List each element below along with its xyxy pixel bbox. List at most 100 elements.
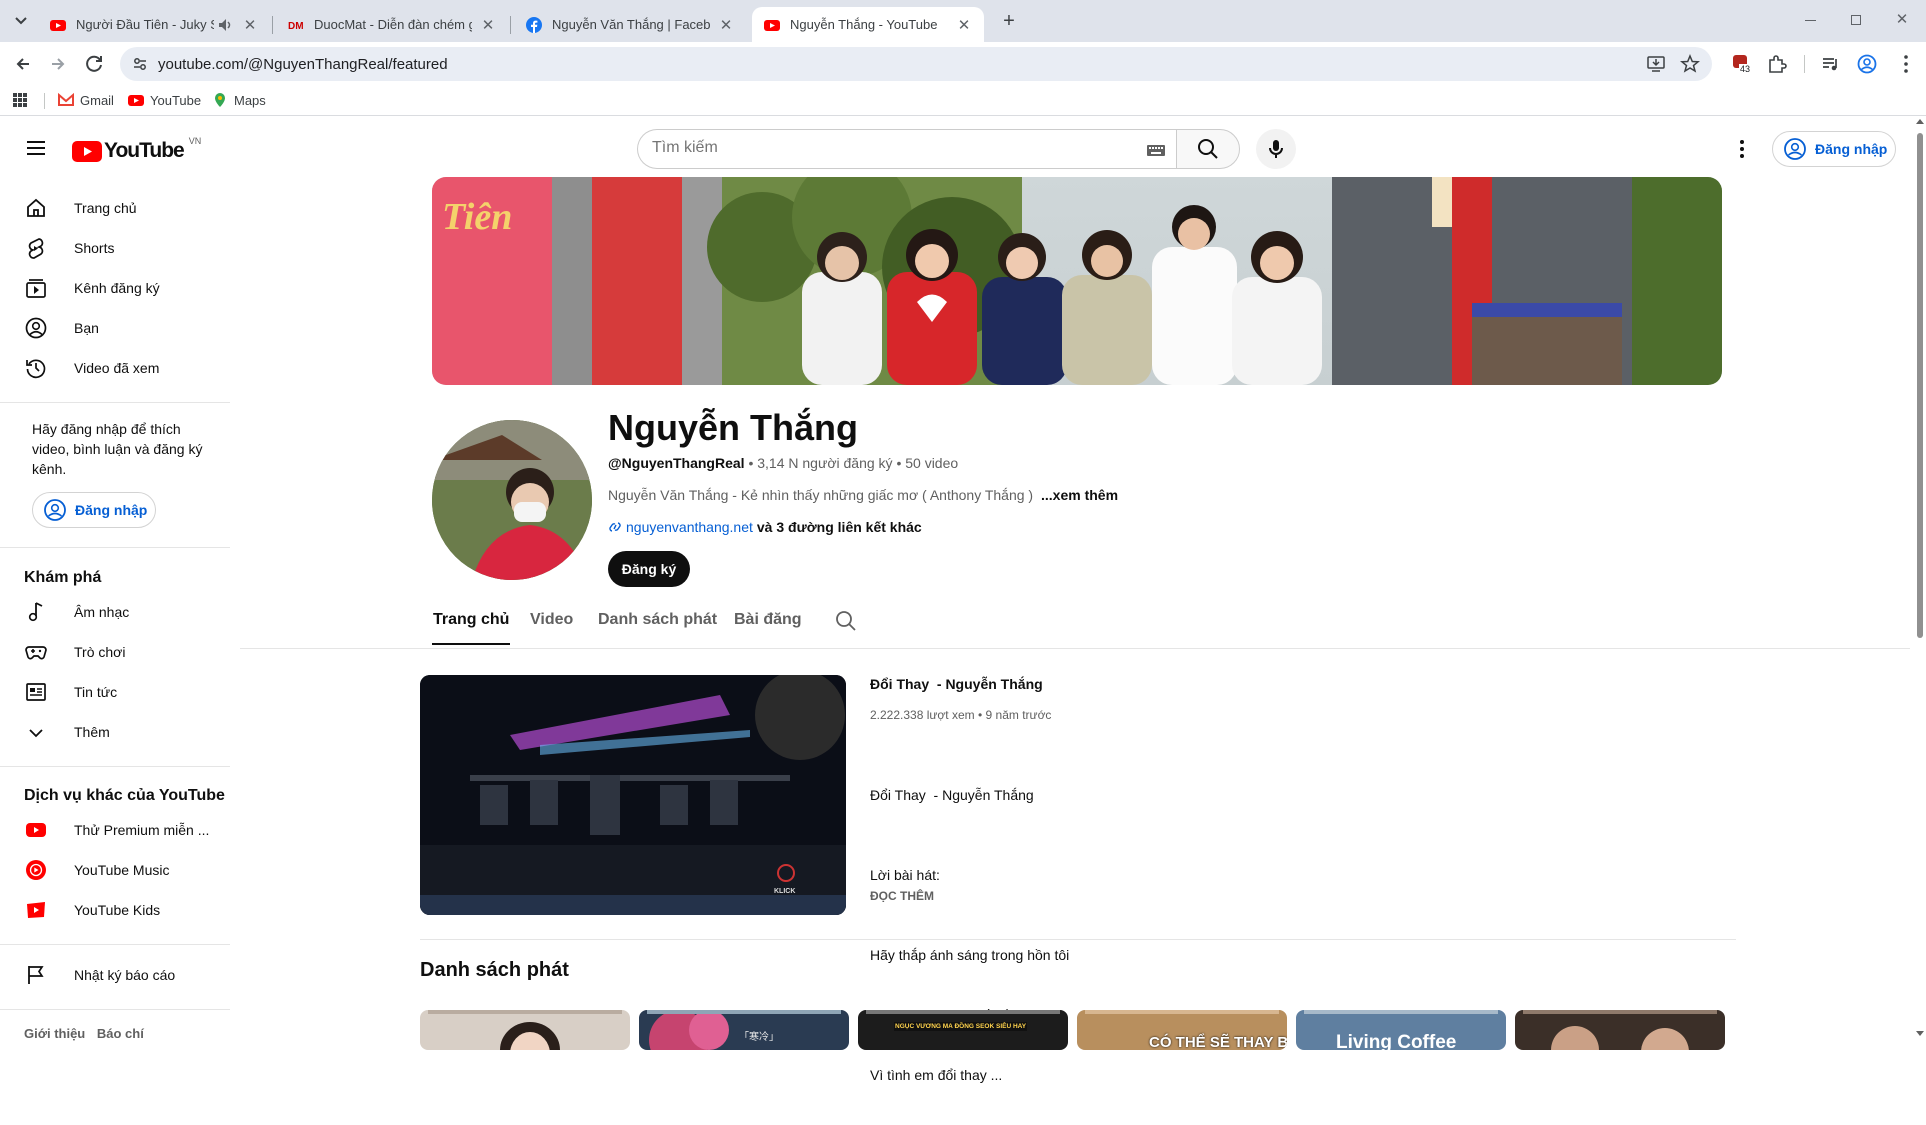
sidebar-item-you[interactable]: Bạn	[14, 308, 230, 348]
channel-name: Nguyễn Thắng	[608, 407, 858, 448]
site-info-icon[interactable]	[132, 56, 148, 72]
apps-grid-icon[interactable]	[12, 92, 28, 108]
voice-search-button[interactable]	[1256, 129, 1296, 169]
close-tab-icon[interactable]: ✕	[718, 16, 734, 34]
browser-tab-2[interactable]: DM DuocMat - Diễn đàn chém gió ✕	[276, 7, 508, 42]
forward-button[interactable]	[45, 51, 71, 77]
bookmark-star-icon[interactable]	[1680, 54, 1700, 74]
sidebar-item-premium[interactable]: Thử Premium miễn ...	[14, 810, 230, 850]
close-tab-icon[interactable]: ✕	[242, 16, 258, 34]
scrollbar-thumb[interactable]	[1917, 133, 1923, 638]
sign-in-button[interactable]: Đăng nhập	[1772, 131, 1896, 167]
subscriber-count: 3,14 N người đăng ký	[757, 455, 893, 471]
sidebar-item-shorts[interactable]: Shorts	[14, 228, 230, 268]
youtube-music-icon	[26, 860, 46, 880]
channel-link[interactable]: nguyenvanthang.net	[626, 519, 753, 535]
reload-button[interactable]	[82, 51, 108, 77]
maps-icon	[215, 93, 225, 107]
close-tab-icon[interactable]: ✕	[956, 16, 972, 34]
extension-button[interactable]: 43	[1730, 52, 1754, 76]
media-control-icon[interactable]	[1820, 53, 1842, 75]
subscribe-button[interactable]: Đăng ký	[608, 551, 690, 587]
footer-link-press[interactable]: Báo chí	[97, 1026, 144, 1041]
account-icon	[25, 317, 47, 339]
sidebar-item-music[interactable]: Âm nhạc	[14, 592, 230, 632]
more-link[interactable]: ...xem thêm	[1041, 487, 1118, 503]
tab-playlists[interactable]: Danh sách phát	[598, 597, 717, 645]
playlist-thumbnail[interactable]: CÓ THỂ SẼ THAY BẠN	[1077, 1010, 1287, 1050]
browser-tab-4-active[interactable]: Nguyễn Thắng - YouTube ✕	[752, 7, 984, 42]
duocmat-favicon-icon: DM	[288, 21, 304, 32]
scrollbar-down-arrow[interactable]	[1916, 1031, 1924, 1036]
browser-toolbar: youtube.com/@NguyenThangReal/featured 43	[0, 42, 1926, 84]
lyrics-label: Lời bài hát:	[870, 867, 940, 883]
sidebar-item-youtube-music[interactable]: YouTube Music	[14, 850, 230, 890]
tab-videos[interactable]: Video	[530, 597, 573, 645]
tabs-divider	[240, 648, 1910, 649]
sidebar-item-news[interactable]: Tin tức	[14, 672, 230, 712]
restore-button[interactable]	[1836, 8, 1876, 32]
guide-menu-button[interactable]	[20, 132, 52, 164]
playlist-thumbnail[interactable]: 「寒冷」	[639, 1010, 849, 1050]
tab-search-button[interactable]	[8, 10, 34, 32]
browser-tab-3[interactable]: Nguyễn Văn Thắng | Facebook ✕	[514, 7, 746, 42]
minimize-button[interactable]	[1790, 8, 1830, 32]
hamburger-menu-icon	[27, 141, 45, 155]
search-button[interactable]	[1176, 129, 1240, 169]
sidebar-item-youtube-kids[interactable]: YouTube Kids	[14, 890, 230, 930]
sidebar-label: Thêm	[74, 724, 110, 740]
bookmark-youtube[interactable]: YouTube	[128, 92, 201, 108]
more-links[interactable]: và 3 đường liên kết khác	[757, 519, 922, 535]
address-bar[interactable]: youtube.com/@NguyenThangReal/featured	[120, 47, 1712, 81]
featured-video-title[interactable]: Đổi Thay - Nguyễn Thắng	[870, 676, 1043, 692]
playlist-thumbnail[interactable]: NGỤC VƯƠNG MA ĐỒNG SEOK SIÊU HAY	[858, 1010, 1068, 1050]
speaker-icon[interactable]	[218, 18, 234, 32]
read-more-link[interactable]: ĐỌC THÊM	[870, 889, 934, 903]
browser-tab-1[interactable]: Người Đầu Tiên - Juky San ✕	[38, 7, 270, 42]
bookmark-maps[interactable]: Maps	[212, 92, 266, 108]
sidebar-label: Tin tức	[74, 684, 118, 700]
sidebar-item-report-history[interactable]: Nhật ký báo cáo	[14, 955, 230, 995]
logo-text: YouTube	[104, 139, 185, 162]
playlist-thumbnail[interactable]: Living Coffee	[1296, 1010, 1506, 1050]
sidebar-divider	[0, 402, 230, 403]
youtube-logo[interactable]: YouTube VN	[72, 136, 201, 163]
channel-description[interactable]: Nguyễn Văn Thắng - Kẻ nhìn thấy những gi…	[608, 487, 1118, 503]
extension-badge: 43	[1739, 64, 1752, 74]
featured-video-player[interactable]: KLICK	[420, 675, 846, 915]
puzzle-icon[interactable]	[1766, 53, 1788, 75]
browser-menu-icon[interactable]	[1900, 53, 1912, 75]
bookmark-gmail[interactable]: Gmail	[58, 92, 114, 108]
playlist-thumbnail[interactable]	[420, 1010, 630, 1050]
sidebar-sign-in-button[interactable]: Đăng nhập	[32, 492, 156, 528]
banner-sign-text: Tiên	[442, 196, 512, 238]
sidebar-item-gaming[interactable]: Trò chơi	[14, 632, 230, 672]
sidebar-item-history[interactable]: Video đã xem	[14, 348, 230, 388]
tab-posts[interactable]: Bài đăng	[734, 597, 802, 645]
sidebar-item-home[interactable]: Trang chủ	[14, 188, 230, 228]
gmail-icon	[58, 92, 74, 106]
new-tab-button[interactable]: +	[996, 9, 1022, 33]
back-button[interactable]	[10, 51, 36, 77]
install-app-icon[interactable]	[1646, 54, 1666, 74]
search-input[interactable]	[652, 139, 1132, 157]
settings-more-icon[interactable]	[1730, 137, 1754, 161]
footer-link-about[interactable]: Giới thiệu	[24, 1026, 85, 1041]
close-window-button[interactable]: ✕	[1882, 8, 1922, 32]
scrollbar-up-arrow[interactable]	[1916, 119, 1924, 124]
page-scrollbar[interactable]	[1914, 117, 1926, 1040]
playlist-thumb-image	[1551, 1026, 1689, 1050]
playlist-thumbnail[interactable]	[1515, 1010, 1725, 1050]
tab-title: DuocMat - Diễn đàn chém gió	[314, 17, 472, 32]
sidebar-item-subscriptions[interactable]: Kênh đăng ký	[14, 268, 230, 308]
bookmark-label: YouTube	[150, 92, 202, 108]
channel-search-icon[interactable]	[834, 609, 858, 633]
sidebar-item-more[interactable]: Thêm	[14, 712, 230, 752]
keyboard-icon[interactable]	[1146, 142, 1166, 158]
search-box[interactable]	[637, 129, 1177, 169]
view-count: 2.222.338 lượt xem	[870, 708, 975, 722]
close-tab-icon[interactable]: ✕	[480, 16, 496, 34]
profile-icon[interactable]	[1856, 53, 1878, 75]
tab-label: Trang chủ	[433, 611, 510, 628]
tab-home[interactable]: Trang chủ	[432, 597, 511, 645]
